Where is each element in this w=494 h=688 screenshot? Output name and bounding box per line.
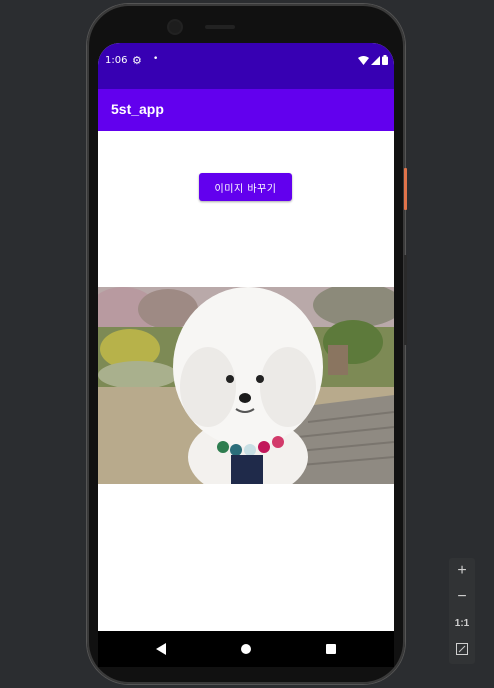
front-camera [169,21,181,33]
back-icon[interactable] [156,643,166,655]
status-icons [358,55,388,65]
wifi-icon [358,55,369,65]
power-button[interactable] [404,168,407,210]
recents-icon[interactable] [326,644,336,654]
app-title: 5st_app [111,101,164,117]
dot-icon: • [153,54,159,64]
change-image-button[interactable]: 이미지 바꾸기 [199,173,292,201]
app-bar: 5st_app [98,89,394,131]
zoom-in-button[interactable]: + [449,562,475,580]
status-bar: 1:06 ⚙ • [98,43,394,89]
fit-screen-icon[interactable] [449,642,475,660]
device-screen: 1:06 ⚙ • 5st_app 이미지 바꾸기 [98,43,394,666]
emulator-toolbar: + − 1:1 [449,558,475,664]
battery-icon [382,55,388,65]
earpiece-speaker [205,25,235,29]
status-time: 1:06 [105,55,128,66]
dog-photo [98,287,394,484]
navigation-bar [98,631,394,667]
volume-button[interactable] [404,255,407,345]
zoom-out-button[interactable]: − [449,588,475,606]
home-icon[interactable] [241,644,251,654]
one-to-one-button[interactable]: 1:1 [449,618,475,629]
signal-icon [371,55,380,65]
gear-icon: ⚙ [132,54,142,67]
